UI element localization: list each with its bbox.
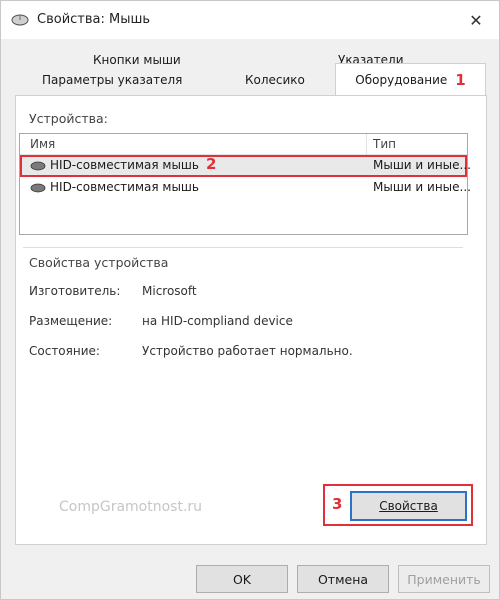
status-value: Устройство работает нормально. (142, 344, 353, 358)
close-icon: ✕ (469, 10, 483, 30)
tab-wheel[interactable]: Колесико (245, 73, 305, 87)
tab-pointer-options[interactable]: Параметры указателя (42, 73, 182, 87)
device-properties-label: Свойства устройства (29, 255, 169, 270)
ok-button[interactable]: OK (196, 565, 288, 593)
apply-button[interactable]: Применить (398, 565, 490, 593)
tab-hardware-label: Оборудование (355, 73, 448, 87)
status-label: Состояние: (29, 344, 100, 358)
window-title: Свойства: Мышь (37, 12, 151, 27)
list-header: Имя Тип (20, 134, 467, 155)
device-type: Мыши и иные... (373, 158, 471, 172)
location-label: Размещение: (29, 314, 113, 328)
mouse-properties-window: Свойства: Мышь ✕ Кнопки мыши Указатели П… (0, 0, 500, 600)
device-name: HID-совместимая мышь (50, 180, 199, 194)
cancel-button[interactable]: Отмена (297, 565, 389, 593)
device-row[interactable]: HID-совместимая мышь Мыши и иные... (20, 177, 471, 199)
location-value: на HID-compliand device (142, 314, 293, 328)
column-name[interactable]: Имя (30, 137, 55, 151)
close-button[interactable]: ✕ (453, 1, 499, 39)
annotation-3: 3 (332, 495, 343, 513)
manufacturer-label: Изготовитель: (29, 284, 121, 298)
device-name: HID-совместимая мышь (50, 158, 199, 172)
watermark: CompGramotnost.ru (59, 499, 203, 515)
tab-hardware[interactable]: Оборудование 1 (335, 63, 486, 96)
manufacturer-value: Microsoft (142, 284, 197, 298)
mouse-icon (30, 183, 46, 193)
title-bar[interactable]: Свойства: Мышь ✕ (1, 1, 499, 39)
divider (23, 247, 463, 248)
mouse-icon (30, 161, 46, 171)
devices-list[interactable]: Имя Тип HID-совместимая мышь 2 Мыши и ин… (19, 133, 471, 235)
annotation-2: 2 (206, 155, 217, 173)
properties-button[interactable]: Свойства (350, 491, 467, 521)
mouse-icon (11, 14, 29, 26)
column-separator[interactable] (366, 134, 367, 154)
tab-buttons[interactable]: Кнопки мыши (93, 53, 181, 67)
annotation-1: 1 (455, 71, 466, 89)
device-type: Мыши и иные... (373, 180, 471, 194)
column-type[interactable]: Тип (373, 137, 396, 151)
device-row[interactable]: HID-совместимая мышь 2 Мыши и иные... (20, 155, 471, 177)
devices-label: Устройства: (29, 111, 108, 126)
